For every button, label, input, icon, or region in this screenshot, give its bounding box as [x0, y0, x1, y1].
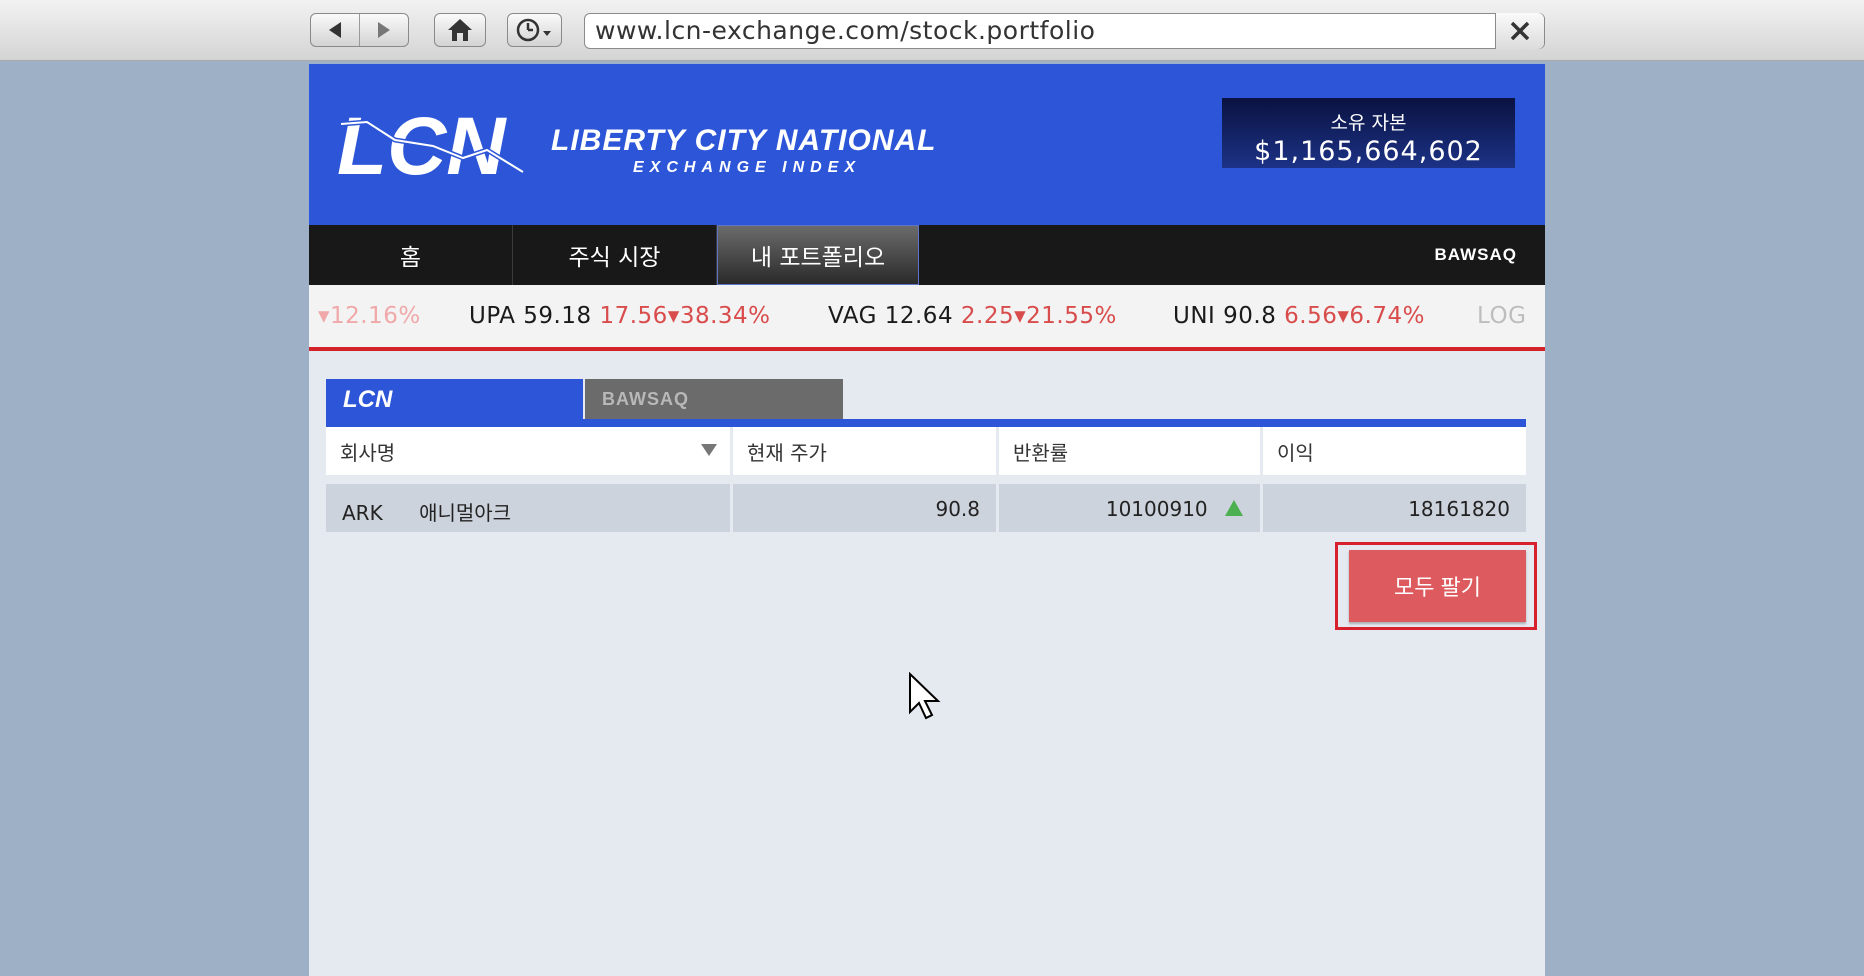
back-arrow-icon [329, 22, 341, 38]
row-price: 90.8 [733, 484, 996, 532]
main-nav: 홈 주식 시장 내 포트폴리오 BAWSAQ [309, 225, 1545, 285]
owned-capital-box: 소유 자본 $1,165,664,602 [1222, 98, 1515, 168]
url-text: www.lcn-exchange.com/stock.portfolio [595, 16, 1096, 45]
ticker-change: 6.56▾6.74% [1284, 303, 1425, 329]
table-row-company[interactable]: ARK 애니멀아크 [326, 484, 730, 532]
home-icon [448, 19, 472, 41]
tab-bawsaq[interactable]: BAWSAQ [585, 379, 843, 419]
tab-bawsaq-logo: BAWSAQ [602, 389, 689, 409]
ticker-symbol: UNI [1173, 303, 1216, 329]
nav-stock-market[interactable]: 주식 시장 [513, 225, 717, 285]
ticker-symbol: VAG [828, 303, 877, 329]
column-header-profit: 이익 [1263, 427, 1526, 475]
forward-arrow-icon [378, 22, 390, 38]
browser-toolbar: www.lcn-exchange.com/stock.portfolio [0, 0, 1864, 61]
sort-dropdown-icon[interactable] [700, 443, 718, 457]
nav-home[interactable]: 홈 [309, 225, 513, 285]
row-company-name: 애니멀아크 [419, 501, 512, 525]
url-bar[interactable]: www.lcn-exchange.com/stock.portfolio [584, 13, 1545, 49]
row-ticker: ARK [342, 501, 383, 525]
ticker-symbol: UPA [469, 303, 516, 329]
site-header: LCN LIBERTY CITY NATIONAL EXCHANGE INDEX… [309, 64, 1545, 225]
column-header-company[interactable]: 회사명 [326, 427, 730, 475]
mouse-cursor-icon [909, 672, 941, 720]
bawsaq-logo[interactable]: BAWSAQ [1435, 245, 1518, 265]
ticker-change: 17.56▾38.34% [599, 303, 771, 329]
row-return: 10100910 [999, 484, 1260, 532]
row-profit: 18161820 [1263, 484, 1526, 532]
forward-button[interactable] [360, 14, 408, 46]
ticker-item[interactable]: VAG 12.64 2.25▾21.55% [828, 303, 1117, 329]
column-header-price: 현재 주가 [733, 427, 996, 475]
ticker-fade-start: ▾12.16% [318, 303, 421, 329]
history-button[interactable] [507, 13, 562, 47]
tab-lcn-logo: LCN [343, 386, 393, 413]
lcn-logo[interactable]: LCN [337, 101, 537, 192]
clock-history-icon [516, 18, 551, 42]
brand-subtitle: EXCHANGE INDEX [633, 159, 862, 176]
capital-value: $1,165,664,602 [1254, 136, 1483, 167]
ticker-item[interactable]: UPA 59.18 17.56▾38.34% [469, 303, 771, 329]
ticker-price: 12.64 [884, 303, 954, 329]
ticker-price: 59.18 [523, 303, 592, 329]
tab-underline [326, 419, 1526, 427]
ticker-price: 90.8 [1223, 303, 1277, 329]
close-button[interactable] [1495, 13, 1544, 49]
up-arrow-icon [1225, 500, 1243, 516]
ticker-change: 2.25▾21.55% [960, 303, 1117, 329]
nav-my-portfolio[interactable]: 내 포트폴리오 [717, 225, 919, 285]
tab-lcn[interactable]: LCN [326, 379, 583, 419]
page-content: LCN LIBERTY CITY NATIONAL EXCHANGE INDEX… [309, 64, 1545, 976]
stock-ticker: ▾12.16% UPA 59.18 17.56▾38.34% VAG 12.64… [309, 285, 1545, 351]
ticker-fade-end: LOG [1477, 303, 1527, 329]
row-return-value: 10100910 [1105, 497, 1208, 521]
capital-label: 소유 자본 [1330, 112, 1407, 134]
brand-title: LIBERTY CITY NATIONAL [551, 124, 937, 157]
sell-all-button[interactable]: 모두 팔기 [1349, 550, 1526, 622]
header-label: 회사명 [340, 441, 396, 465]
column-header-return: 반환률 [999, 427, 1260, 475]
ticker-item[interactable]: UNI 90.8 6.56▾6.74% [1173, 303, 1425, 329]
home-button[interactable] [434, 13, 486, 47]
back-button[interactable] [311, 14, 359, 46]
back-forward-buttons [310, 13, 409, 47]
close-x-icon [1510, 21, 1530, 41]
